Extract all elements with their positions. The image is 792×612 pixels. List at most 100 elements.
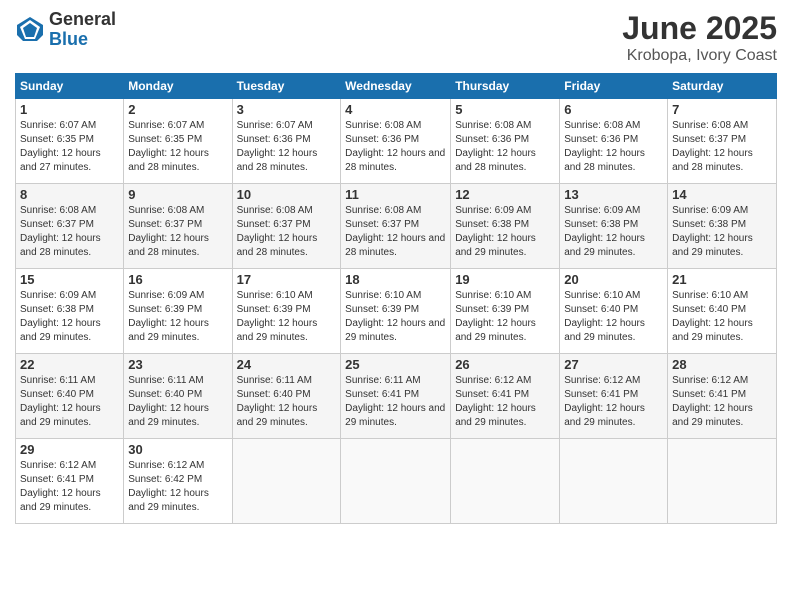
day-info: Sunrise: 6:09 AMSunset: 6:38 PMDaylight:… <box>455 205 536 258</box>
table-row: 30 Sunrise: 6:12 AMSunset: 6:42 PMDaylig… <box>124 439 232 524</box>
day-number: 28 <box>672 357 772 372</box>
table-row: 6 Sunrise: 6:08 AMSunset: 6:36 PMDayligh… <box>560 99 668 184</box>
day-number: 23 <box>128 357 227 372</box>
day-info: Sunrise: 6:08 AMSunset: 6:37 PMDaylight:… <box>237 205 318 258</box>
day-info: Sunrise: 6:08 AMSunset: 6:36 PMDaylight:… <box>345 120 445 173</box>
day-number: 17 <box>237 272 337 287</box>
table-row <box>560 439 668 524</box>
day-info: Sunrise: 6:09 AMSunset: 6:39 PMDaylight:… <box>128 290 209 343</box>
table-row: 20 Sunrise: 6:10 AMSunset: 6:40 PMDaylig… <box>560 269 668 354</box>
table-row: 1 Sunrise: 6:07 AMSunset: 6:35 PMDayligh… <box>16 99 124 184</box>
day-number: 19 <box>455 272 555 287</box>
day-info: Sunrise: 6:08 AMSunset: 6:37 PMDaylight:… <box>672 120 753 173</box>
logo-general: General <box>49 10 116 30</box>
day-number: 30 <box>128 442 227 457</box>
day-number: 4 <box>345 102 446 117</box>
logo-icon <box>15 15 45 45</box>
table-row: 22 Sunrise: 6:11 AMSunset: 6:40 PMDaylig… <box>16 354 124 439</box>
day-number: 9 <box>128 187 227 202</box>
day-number: 15 <box>20 272 119 287</box>
day-info: Sunrise: 6:09 AMSunset: 6:38 PMDaylight:… <box>564 205 645 258</box>
day-info: Sunrise: 6:10 AMSunset: 6:39 PMDaylight:… <box>345 290 445 343</box>
day-number: 25 <box>345 357 446 372</box>
table-row: 9 Sunrise: 6:08 AMSunset: 6:37 PMDayligh… <box>124 184 232 269</box>
header-sunday: Sunday <box>16 74 124 99</box>
day-number: 1 <box>20 102 119 117</box>
day-info: Sunrise: 6:09 AMSunset: 6:38 PMDaylight:… <box>20 290 101 343</box>
day-number: 26 <box>455 357 555 372</box>
day-number: 29 <box>20 442 119 457</box>
day-number: 22 <box>20 357 119 372</box>
calendar-week-row: 29 Sunrise: 6:12 AMSunset: 6:41 PMDaylig… <box>16 439 777 524</box>
calendar-table: Sunday Monday Tuesday Wednesday Thursday… <box>15 73 777 524</box>
table-row: 14 Sunrise: 6:09 AMSunset: 6:38 PMDaylig… <box>668 184 777 269</box>
title-block: June 2025 Krobopa, Ivory Coast <box>622 10 777 65</box>
day-info: Sunrise: 6:10 AMSunset: 6:40 PMDaylight:… <box>564 290 645 343</box>
day-number: 16 <box>128 272 227 287</box>
day-info: Sunrise: 6:07 AMSunset: 6:35 PMDaylight:… <box>20 120 101 173</box>
day-info: Sunrise: 6:11 AMSunset: 6:40 PMDaylight:… <box>20 375 101 428</box>
table-row: 7 Sunrise: 6:08 AMSunset: 6:37 PMDayligh… <box>668 99 777 184</box>
day-info: Sunrise: 6:09 AMSunset: 6:38 PMDaylight:… <box>672 205 753 258</box>
subtitle: Krobopa, Ivory Coast <box>622 47 777 65</box>
day-number: 13 <box>564 187 663 202</box>
table-row: 27 Sunrise: 6:12 AMSunset: 6:41 PMDaylig… <box>560 354 668 439</box>
table-row: 18 Sunrise: 6:10 AMSunset: 6:39 PMDaylig… <box>341 269 451 354</box>
header-wednesday: Wednesday <box>341 74 451 99</box>
day-number: 20 <box>564 272 663 287</box>
day-info: Sunrise: 6:10 AMSunset: 6:40 PMDaylight:… <box>672 290 753 343</box>
day-info: Sunrise: 6:11 AMSunset: 6:41 PMDaylight:… <box>345 375 445 428</box>
day-info: Sunrise: 6:11 AMSunset: 6:40 PMDaylight:… <box>237 375 318 428</box>
day-info: Sunrise: 6:12 AMSunset: 6:41 PMDaylight:… <box>455 375 536 428</box>
table-row: 12 Sunrise: 6:09 AMSunset: 6:38 PMDaylig… <box>451 184 560 269</box>
day-number: 2 <box>128 102 227 117</box>
table-row: 11 Sunrise: 6:08 AMSunset: 6:37 PMDaylig… <box>341 184 451 269</box>
logo: General Blue <box>15 10 116 50</box>
table-row: 15 Sunrise: 6:09 AMSunset: 6:38 PMDaylig… <box>16 269 124 354</box>
day-number: 12 <box>455 187 555 202</box>
calendar-header-row: Sunday Monday Tuesday Wednesday Thursday… <box>16 74 777 99</box>
day-info: Sunrise: 6:08 AMSunset: 6:37 PMDaylight:… <box>345 205 445 258</box>
table-row: 19 Sunrise: 6:10 AMSunset: 6:39 PMDaylig… <box>451 269 560 354</box>
table-row: 16 Sunrise: 6:09 AMSunset: 6:39 PMDaylig… <box>124 269 232 354</box>
table-row: 21 Sunrise: 6:10 AMSunset: 6:40 PMDaylig… <box>668 269 777 354</box>
day-info: Sunrise: 6:10 AMSunset: 6:39 PMDaylight:… <box>455 290 536 343</box>
day-number: 3 <box>237 102 337 117</box>
table-row <box>451 439 560 524</box>
day-info: Sunrise: 6:08 AMSunset: 6:37 PMDaylight:… <box>128 205 209 258</box>
header-thursday: Thursday <box>451 74 560 99</box>
day-number: 14 <box>672 187 772 202</box>
table-row: 13 Sunrise: 6:09 AMSunset: 6:38 PMDaylig… <box>560 184 668 269</box>
day-number: 8 <box>20 187 119 202</box>
logo-blue: Blue <box>49 30 116 50</box>
table-row <box>668 439 777 524</box>
table-row: 24 Sunrise: 6:11 AMSunset: 6:40 PMDaylig… <box>232 354 341 439</box>
day-number: 18 <box>345 272 446 287</box>
day-info: Sunrise: 6:07 AMSunset: 6:35 PMDaylight:… <box>128 120 209 173</box>
day-info: Sunrise: 6:12 AMSunset: 6:42 PMDaylight:… <box>128 460 209 513</box>
day-info: Sunrise: 6:12 AMSunset: 6:41 PMDaylight:… <box>564 375 645 428</box>
day-number: 10 <box>237 187 337 202</box>
table-row <box>341 439 451 524</box>
table-row: 25 Sunrise: 6:11 AMSunset: 6:41 PMDaylig… <box>341 354 451 439</box>
day-number: 5 <box>455 102 555 117</box>
day-number: 24 <box>237 357 337 372</box>
day-number: 11 <box>345 187 446 202</box>
day-info: Sunrise: 6:08 AMSunset: 6:36 PMDaylight:… <box>455 120 536 173</box>
header-monday: Monday <box>124 74 232 99</box>
header-saturday: Saturday <box>668 74 777 99</box>
table-row: 23 Sunrise: 6:11 AMSunset: 6:40 PMDaylig… <box>124 354 232 439</box>
day-info: Sunrise: 6:12 AMSunset: 6:41 PMDaylight:… <box>672 375 753 428</box>
logo-text: General Blue <box>49 10 116 50</box>
day-info: Sunrise: 6:10 AMSunset: 6:39 PMDaylight:… <box>237 290 318 343</box>
day-number: 27 <box>564 357 663 372</box>
table-row: 29 Sunrise: 6:12 AMSunset: 6:41 PMDaylig… <box>16 439 124 524</box>
table-row: 28 Sunrise: 6:12 AMSunset: 6:41 PMDaylig… <box>668 354 777 439</box>
day-info: Sunrise: 6:08 AMSunset: 6:36 PMDaylight:… <box>564 120 645 173</box>
page: General Blue June 2025 Krobopa, Ivory Co… <box>0 0 792 612</box>
day-number: 7 <box>672 102 772 117</box>
day-info: Sunrise: 6:07 AMSunset: 6:36 PMDaylight:… <box>237 120 318 173</box>
calendar-week-row: 1 Sunrise: 6:07 AMSunset: 6:35 PMDayligh… <box>16 99 777 184</box>
day-info: Sunrise: 6:11 AMSunset: 6:40 PMDaylight:… <box>128 375 209 428</box>
table-row: 26 Sunrise: 6:12 AMSunset: 6:41 PMDaylig… <box>451 354 560 439</box>
